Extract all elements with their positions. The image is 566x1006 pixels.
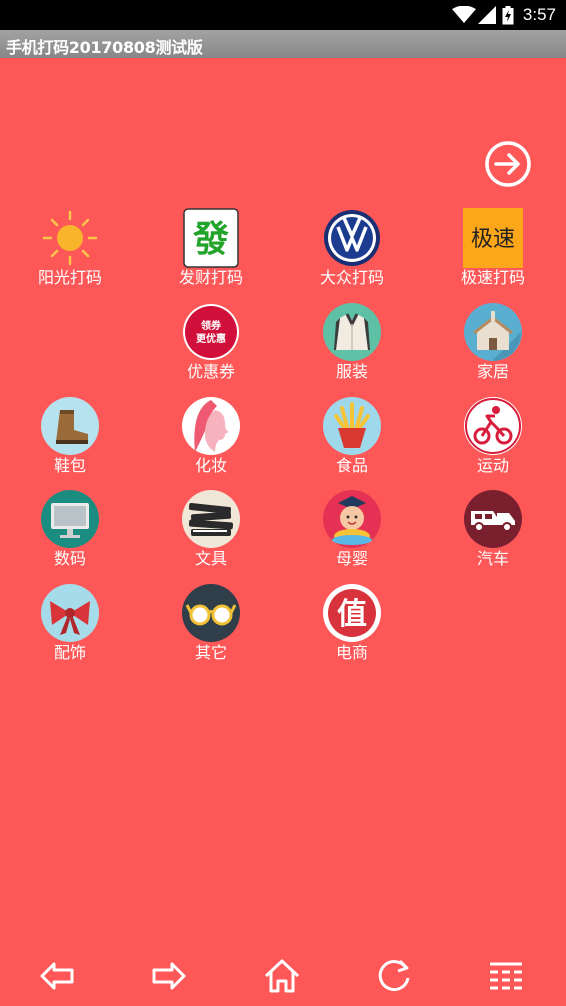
- coupon-icon: 领券 更优惠: [183, 304, 239, 360]
- tow-truck-icon: [464, 490, 522, 548]
- category-sports[interactable]: 运动: [433, 396, 553, 482]
- app-title: 手机打码20170808测试版: [6, 38, 203, 57]
- category-home[interactable]: 家居: [433, 302, 553, 388]
- svg-text:值: 值: [337, 597, 367, 632]
- wifi-icon: [452, 6, 476, 23]
- fries-icon: [323, 397, 381, 455]
- svg-text:更优惠: 更优惠: [196, 332, 226, 345]
- svg-text:领券: 领券: [201, 319, 222, 332]
- category-label: 其它: [194, 643, 227, 662]
- category-label: 食品: [335, 456, 368, 475]
- category-automotive[interactable]: 汽车: [433, 489, 553, 575]
- glasses-icon: [182, 584, 240, 642]
- mahjong-fa-icon: 發: [183, 208, 239, 268]
- house-icon: [464, 303, 522, 361]
- bow-icon: [41, 584, 99, 642]
- category-fortune-coding[interactable]: 發 发财打码: [151, 208, 271, 294]
- category-label: 汽车: [476, 549, 509, 568]
- category-stationery[interactable]: 文具: [151, 489, 271, 575]
- category-digital[interactable]: 数码: [10, 489, 130, 575]
- category-coupon[interactable]: 领券 更优惠 优惠券: [151, 302, 271, 388]
- category-label: 发财打码: [178, 268, 243, 287]
- jisu-tile-icon: 极速: [463, 208, 523, 268]
- forward-arrow-icon[interactable]: [148, 956, 188, 996]
- category-label: 服装: [335, 362, 368, 381]
- category-label: 阳光打码: [37, 268, 102, 287]
- category-label: 文具: [194, 549, 227, 568]
- baby-icon: [323, 490, 381, 548]
- clock: 3:57: [522, 5, 556, 24]
- category-label: 鞋包: [53, 456, 86, 475]
- next-arrow-icon[interactable]: [484, 140, 532, 188]
- svg-text:發: 發: [192, 219, 229, 260]
- zhi-seal-icon: 值: [323, 584, 381, 642]
- category-ecommerce[interactable]: 值 电商: [292, 583, 412, 669]
- category-other[interactable]: 其它: [151, 583, 271, 669]
- category-label: 母婴: [335, 549, 368, 568]
- app-title-bar: 手机打码20170808测试版: [0, 30, 566, 58]
- category-mother-baby[interactable]: 母婴: [292, 489, 412, 575]
- category-label: 运动: [476, 456, 509, 475]
- category-shoes-bags[interactable]: 鞋包: [10, 396, 130, 482]
- back-arrow-icon[interactable]: [38, 956, 78, 996]
- refresh-icon[interactable]: [374, 956, 414, 996]
- category-sun-coding[interactable]: 阳光打码: [10, 208, 130, 294]
- sun-icon: [42, 210, 98, 266]
- cyclist-icon: [464, 397, 522, 455]
- category-label: 家居: [476, 362, 509, 381]
- home-icon[interactable]: [262, 956, 302, 996]
- menu-icon[interactable]: [486, 956, 526, 996]
- monitor-icon: [41, 490, 99, 548]
- volkswagen-logo-icon: [324, 210, 380, 266]
- category-express-coding[interactable]: 极速 极速打码: [433, 208, 553, 294]
- category-label: 数码: [53, 549, 86, 568]
- jacket-icon: [323, 303, 381, 361]
- signal-icon: [478, 6, 496, 24]
- category-food[interactable]: 食品: [292, 396, 412, 482]
- category-label: 化妆: [194, 456, 227, 475]
- bottom-nav-bar: [0, 946, 566, 1006]
- svg-text:极速: 极速: [471, 227, 515, 252]
- boot-icon: [41, 397, 99, 455]
- category-label: 大众打码: [319, 268, 384, 287]
- category-clothing[interactable]: 服装: [292, 302, 412, 388]
- category-label: 优惠券: [186, 362, 235, 381]
- woman-profile-icon: [182, 397, 240, 455]
- category-label: 配饰: [53, 643, 86, 662]
- status-bar: 3:57: [0, 0, 566, 30]
- category-volkswagen-coding[interactable]: 大众打码: [292, 208, 412, 294]
- battery-icon: [502, 6, 514, 25]
- category-label: 极速打码: [460, 268, 525, 287]
- category-label: 电商: [335, 643, 368, 662]
- books-icon: [182, 490, 240, 548]
- category-accessories[interactable]: 配饰: [10, 583, 130, 669]
- category-makeup[interactable]: 化妆: [151, 396, 271, 482]
